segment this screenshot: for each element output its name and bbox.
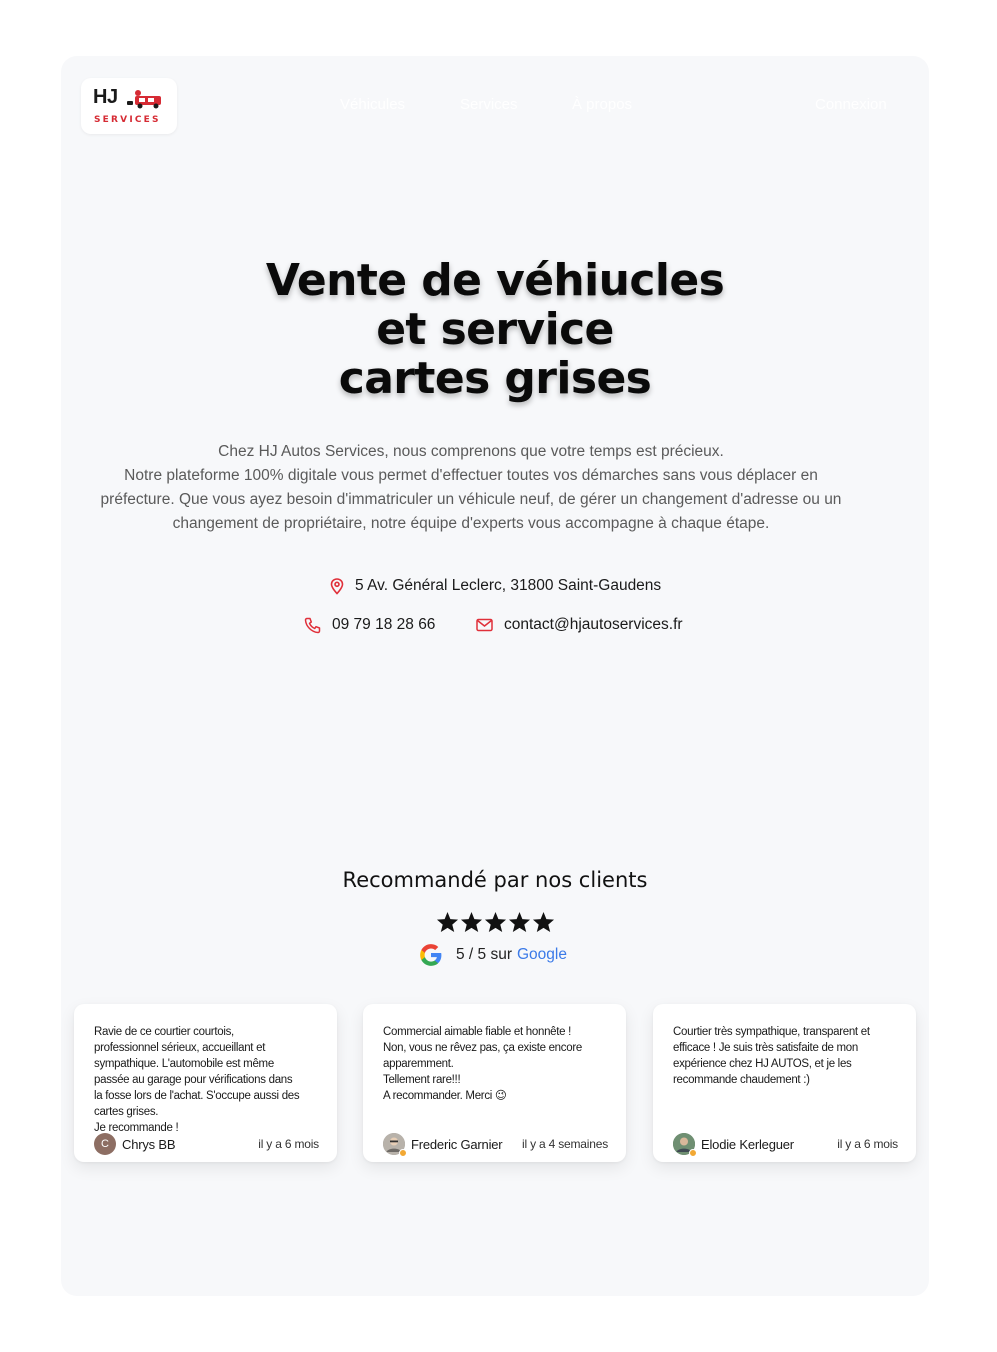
review-text-line: Ravie de ce courtier courtois, [94,1026,234,1038]
phone-text[interactable]: 09 79 18 28 66 [332,616,435,634]
star-icon [532,911,555,933]
review-card: Courtier très sympathique, transparent e… [653,1004,916,1162]
email-row[interactable]: contact@hjautoservices.fr [476,616,683,634]
avatar [673,1133,697,1157]
car-icon [127,90,161,109]
review-author: Elodie Kerleguer [701,1136,794,1152]
review-text-line: A recommander. Merci 😉 [383,1090,507,1102]
avatar-initial: C [101,1138,109,1150]
review-text-line: cartes grises. [94,1106,159,1118]
review-text-line: sympathique. L'automobile est même [94,1058,274,1070]
review-time: il y a 6 mois [837,1137,898,1151]
review-footer: Frederic Garnier il y a 4 semaines [383,1132,608,1157]
email-text[interactable]: contact@hjautoservices.fr [504,616,683,634]
review-text: Commercial aimable fiable et honnête ! N… [383,1024,611,1104]
review-time: il y a 4 semaines [522,1137,608,1151]
star-icon [508,911,531,933]
star-icon [436,911,459,933]
hero-description-line: Notre plateforme 100% digitale vous perm… [124,467,818,484]
logo[interactable]: HJ SERVICES [81,78,177,134]
review-text: Ravie de ce courtier courtois, professio… [94,1024,322,1136]
logo-brand: HJ [93,86,118,108]
review-author: Frederic Garnier [411,1136,503,1152]
review-text-line: la fosse lors de l'achat. S'occupe aussi… [94,1090,300,1102]
avatar: C [94,1133,116,1155]
nav-link-a-propos[interactable]: À propos [572,96,632,113]
rating-stars [436,911,555,933]
google-link[interactable]: Google [517,946,567,964]
review-card: Ravie de ce courtier courtois, professio… [74,1004,337,1162]
hero-description: Chez HJ Autos Services, nous comprenons … [86,440,856,536]
hero-title-line: cartes grises [338,353,652,404]
nav-link-vehicules[interactable]: Véhicules [340,96,405,113]
review-text-line: recommande chaudement :) [673,1074,810,1086]
address-row: 5 Av. Général Leclerc, 31800 Saint-Gaude… [330,577,661,595]
star-icon [484,911,507,933]
reviews-title: Recommandé par nos clients [342,868,648,892]
google-rating: 5 / 5 sur Google [418,942,567,968]
map-pin-icon [330,577,344,595]
review-text-line: expérience chez HJ AUTOS, et je les [673,1058,852,1070]
hero-description-line: Chez HJ Autos Services, nous comprenons … [218,443,724,460]
hero-title-line: et service [376,304,614,355]
rating-text: 5 / 5 sur [456,946,512,963]
review-text-line: Non, vous ne rêvez pas, ça existe encore [383,1042,582,1054]
local-guide-badge [689,1149,697,1157]
review-text-line: apparemment. [383,1058,454,1070]
star-icon [460,911,483,933]
review-footer: C Chrys BB il y a 6 mois [94,1132,319,1156]
phone-row[interactable]: 09 79 18 28 66 [304,616,435,634]
mail-icon [476,618,493,632]
avatar [383,1133,407,1157]
review-time: il y a 6 mois [258,1137,319,1151]
review-footer: Elodie Kerleguer il y a 6 mois [673,1132,898,1157]
nav-login-link[interactable]: Connexion [815,96,887,113]
phone-icon [304,617,321,633]
hero-title-line: Vente de véhiucles [265,255,725,306]
logo-subtitle: SERVICES [94,115,161,125]
review-text: Courtier très sympathique, transparent e… [673,1024,901,1088]
nav-link-services[interactable]: Services [460,96,518,113]
review-text-line: Tellement rare!!! [383,1074,461,1086]
review-text-line: passée au garage pour vérifications dans [94,1074,293,1086]
review-text-line: professionnel sérieux, accueillant et [94,1042,266,1054]
review-text-line: Commercial aimable fiable et honnête ! [383,1026,572,1038]
hero-description-line: préfecture. Que vous ayez besoin d'immat… [100,491,842,508]
review-text-line: efficace ! Je suis très satisfaite de mo… [673,1042,858,1054]
review-author: Chrys BB [122,1136,176,1152]
hero-description-line: changement de propriétaire, notre équipe… [172,515,770,532]
local-guide-badge [399,1149,407,1157]
review-card: Commercial aimable fiable et honnête ! N… [363,1004,626,1162]
review-text-line: Courtier très sympathique, transparent e… [673,1026,870,1038]
google-icon [420,944,442,966]
address-text: 5 Av. Général Leclerc, 31800 Saint-Gaude… [355,577,662,594]
hero-title: Vente de véhiucles et service cartes gri… [130,256,860,403]
